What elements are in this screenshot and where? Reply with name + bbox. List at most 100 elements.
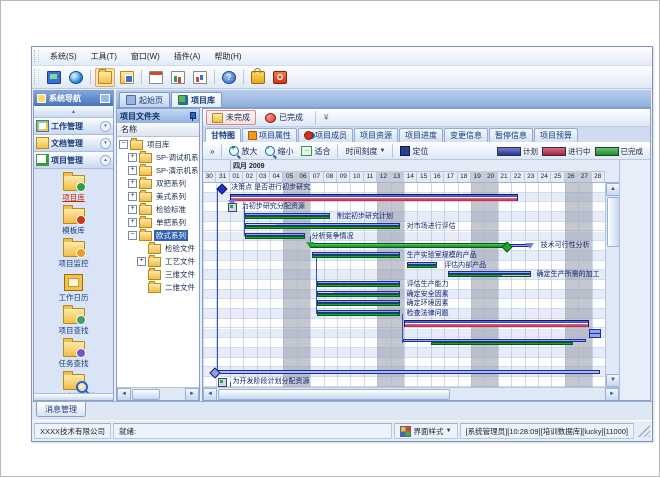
message-management-tab[interactable]: 消息管理: [36, 402, 86, 417]
tree-item-工艺文件[interactable]: +工艺文件: [117, 255, 199, 268]
scroll-left-icon[interactable]: ◄: [203, 388, 217, 401]
task-bar[interactable]: [448, 271, 531, 279]
task-bar[interactable]: [317, 281, 400, 289]
view-tab-项目资源[interactable]: 项目资源: [354, 128, 398, 142]
view-tab-项目进度[interactable]: 项目进度: [399, 128, 443, 142]
sidebar-item-任务查找[interactable]: 任务查找: [34, 338, 113, 369]
resize-grip[interactable]: [638, 425, 650, 437]
scroll-thumb[interactable]: [132, 389, 160, 400]
toolbar-overflow-button[interactable]: »: [206, 147, 218, 156]
tree-item-SP-演示机系[interactable]: +SP-演示机系: [117, 164, 199, 177]
tree-item-项目库[interactable]: −项目库: [117, 138, 199, 151]
sidebar-group-2[interactable]: 文档管理▾: [34, 135, 113, 152]
tree-column-header[interactable]: 名称: [117, 123, 199, 137]
tree-item-检验文件[interactable]: −检验文件: [117, 242, 199, 255]
view-tab-暂停信息[interactable]: 暂停信息: [489, 128, 533, 142]
summary-bar[interactable]: [404, 320, 589, 327]
chevron-down-icon[interactable]: ▾: [100, 138, 111, 149]
tree-item-双把系列[interactable]: +双把系列: [117, 177, 199, 190]
collapse-icon[interactable]: −: [119, 140, 128, 149]
scroll-left-icon[interactable]: ◄: [117, 388, 131, 401]
task-bar[interactable]: [245, 223, 400, 231]
project-summary-bar[interactable]: [216, 370, 599, 374]
sidebar-item-项目文档查找[interactable]: 项目文档查找: [34, 371, 113, 393]
expand-icon[interactable]: +: [137, 257, 146, 266]
task-note-icon[interactable]: [228, 203, 237, 212]
task-bar[interactable]: [317, 300, 400, 308]
scroll-down-icon[interactable]: ▼: [606, 374, 619, 387]
menu-item-2[interactable]: 工具(T): [84, 49, 124, 64]
time-scale-dropdown[interactable]: 时间刻度▼: [341, 146, 389, 157]
collapse-icon[interactable]: −: [128, 231, 137, 240]
view-tab-变更信息[interactable]: 变更信息: [444, 128, 488, 142]
tree-item-SP-调试机系[interactable]: +SP-调试机系: [117, 151, 199, 164]
interface-style-button[interactable]: 界面样式 ▼: [394, 423, 458, 439]
pin-icon[interactable]: [188, 112, 196, 121]
monitor-button[interactable]: [44, 68, 64, 87]
report-button[interactable]: [168, 68, 188, 87]
chevron-up-icon[interactable]: ▴: [100, 155, 111, 166]
folder-chart-button[interactable]: [117, 68, 137, 87]
menu-item-1[interactable]: 系统(S): [43, 49, 84, 64]
task-bar[interactable]: [317, 310, 400, 318]
expand-icon[interactable]: +: [128, 166, 137, 175]
zoom-in-button[interactable]: + 放大: [225, 146, 261, 157]
sidebar-scroll-up-button[interactable]: ▴: [34, 106, 113, 118]
sidebar-group-1[interactable]: 工作管理▾: [34, 118, 113, 135]
sidebar-item-项目监控[interactable]: 项目监控: [34, 238, 113, 269]
globe-button[interactable]: [66, 68, 86, 87]
view-tab-甘特图[interactable]: 甘特图: [205, 128, 241, 142]
calendar-button[interactable]: [146, 68, 166, 87]
task-note-icon[interactable]: [218, 378, 227, 387]
exit-button[interactable]: O: [270, 68, 290, 87]
panel-window-icon[interactable]: [100, 94, 110, 103]
gantt-horizontal-scrollbar[interactable]: ◄ ►: [203, 387, 619, 400]
chart-button[interactable]: [190, 68, 210, 87]
menu-item-4[interactable]: 插件(A): [167, 49, 208, 64]
task-bar[interactable]: [407, 262, 438, 270]
task-bar[interactable]: [245, 213, 331, 221]
sidebar-item-模板库[interactable]: 模板库: [34, 205, 113, 236]
tree-horizontal-scrollbar[interactable]: ◄ ►: [117, 387, 199, 400]
finished-filter-button[interactable]: 已完成: [259, 110, 309, 125]
tree-item-三维文件[interactable]: −三维文件: [117, 268, 199, 281]
doc-tab-项目库[interactable]: 项目库: [171, 92, 222, 107]
fit-button[interactable]: ↔ 适合: [297, 146, 334, 157]
completed-summary-bar[interactable]: [310, 243, 506, 248]
view-tab-项目属性[interactable]: 项目属性: [242, 128, 297, 142]
expand-icon[interactable]: +: [128, 218, 137, 227]
sidebar-item-项目查找[interactable]: 项目查找: [34, 305, 113, 336]
tree-item-欧式系列[interactable]: −欧式系列: [117, 229, 199, 242]
tree-item-检验标准[interactable]: +检验标准: [117, 203, 199, 216]
gantt-canvas[interactable]: 决策点 是否进行初步研究为初步研究分配资源制定初步研究计划对市场进行评估分析竞争…: [203, 183, 605, 387]
chevron-down-icon[interactable]: ▾: [100, 121, 111, 132]
task-bar[interactable]: [317, 291, 400, 299]
locate-button[interactable]: 定位: [396, 146, 432, 157]
task-bar[interactable]: [403, 339, 587, 347]
tree-item-二维文件[interactable]: −二维文件: [117, 281, 199, 294]
tree-item-单把系列[interactable]: +单把系列: [117, 216, 199, 229]
filter-more-button[interactable]: ¥: [324, 113, 328, 122]
view-tab-项目成员[interactable]: 项目成员: [298, 128, 353, 142]
help-button[interactable]: ?: [219, 68, 239, 87]
expand-icon[interactable]: +: [128, 205, 137, 214]
lock-button[interactable]: [248, 68, 268, 87]
unfinished-filter-button[interactable]: 未完成: [206, 110, 256, 125]
doc-tab-起始页[interactable]: 起始页: [119, 92, 170, 107]
task-bar[interactable]: [312, 252, 400, 260]
open-folder-button[interactable]: [95, 68, 115, 87]
scroll-up-icon[interactable]: ▲: [606, 183, 619, 196]
menu-item-5[interactable]: 帮助(H): [207, 49, 248, 64]
view-tab-项目预算[interactable]: 项目预算: [534, 128, 578, 142]
menu-item-3[interactable]: 窗口(W): [124, 49, 167, 64]
expand-icon[interactable]: +: [128, 179, 137, 188]
expand-icon[interactable]: +: [128, 192, 137, 201]
scroll-thumb[interactable]: [218, 389, 450, 400]
scroll-right-icon[interactable]: ►: [605, 388, 619, 401]
tree-item-美式系列[interactable]: +美式系列: [117, 190, 199, 203]
expand-icon[interactable]: +: [128, 153, 137, 162]
sidebar-group-3[interactable]: 项目管理▴: [34, 152, 113, 169]
gantt-vertical-scrollbar[interactable]: ▲ ▼: [605, 183, 619, 387]
sidebar-item-工作日历[interactable]: 工作日历: [34, 271, 113, 303]
summary-bar[interactable]: [230, 194, 518, 201]
